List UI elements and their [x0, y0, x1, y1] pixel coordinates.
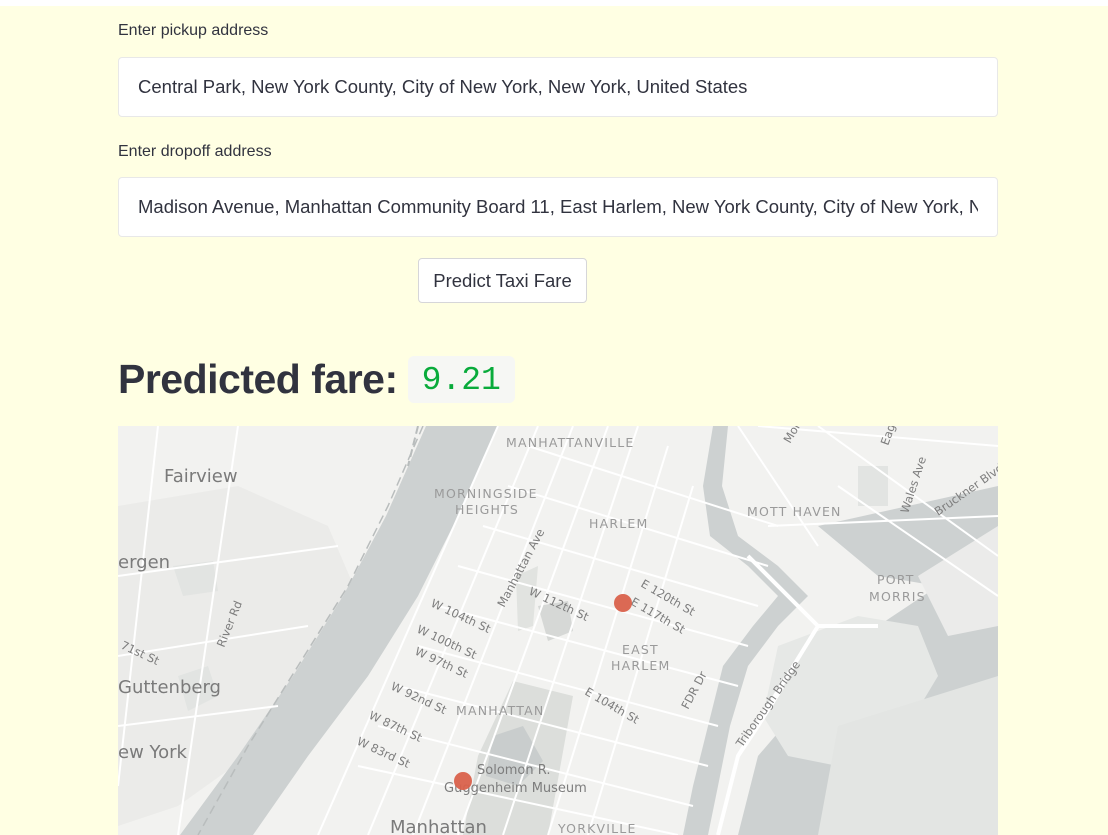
- map-canvas[interactable]: Fairview ergen Guttenberg ew York Manhat…: [118, 426, 998, 835]
- map-label-morris: MORRIS: [869, 589, 926, 604]
- map-label-new-york: ew York: [118, 742, 188, 763]
- predict-taxi-fare-button[interactable]: Predict Taxi Fare: [418, 258, 587, 303]
- top-strip: [0, 0, 1108, 6]
- map-label-manhattan-city: Manhattan: [390, 817, 487, 835]
- dropoff-label: Enter dropoff address: [118, 143, 272, 160]
- map-label-heights: HEIGHTS: [455, 502, 519, 517]
- predicted-fare: Predicted fare: 9.21: [118, 350, 515, 408]
- map-label-harlem: HARLEM: [589, 516, 648, 531]
- predicted-fare-value: 9.21: [407, 355, 515, 403]
- map-label-port: PORT: [877, 572, 915, 587]
- map-label-yorkville: YORKVILLE: [557, 821, 637, 835]
- map-label-mott-haven: MOTT HAVEN: [747, 504, 842, 519]
- map-label-guggenheim-1: Solomon R.: [477, 763, 550, 778]
- pickup-label: Enter pickup address: [118, 22, 269, 39]
- map-label-manhattanville: MANHATTANVILLE: [506, 435, 635, 450]
- map-label-guttenberg: Guttenberg: [118, 677, 221, 698]
- pickup-address-input[interactable]: [118, 57, 998, 117]
- map-label-fairview: Fairview: [164, 466, 238, 487]
- map-label-morningside: MORNINGSIDE: [434, 486, 538, 501]
- map-label-bergen: ergen: [118, 552, 170, 573]
- map[interactable]: Fairview ergen Guttenberg ew York Manhat…: [118, 426, 998, 835]
- pickup-marker[interactable]: [454, 772, 472, 790]
- map-label-manhattan: MANHATTAN: [456, 703, 544, 718]
- map-label-east: EAST: [622, 642, 659, 657]
- dropoff-address-input[interactable]: [118, 177, 998, 237]
- predicted-fare-label: Predicted fare:: [118, 355, 398, 402]
- dropoff-marker[interactable]: [614, 594, 632, 612]
- map-label-east-harlem: HARLEM: [611, 658, 670, 673]
